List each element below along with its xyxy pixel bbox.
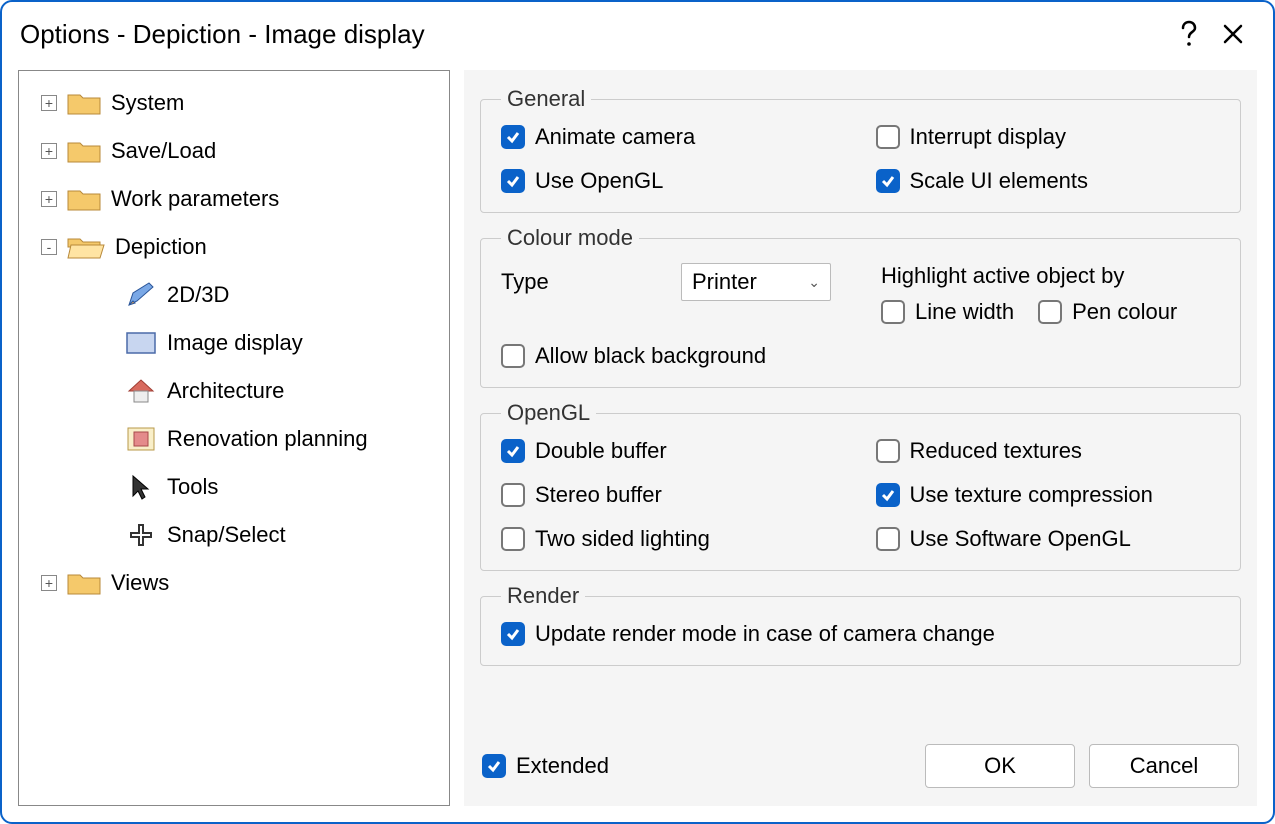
group-opengl: OpenGL Double buffer Reduced textures St…	[480, 400, 1241, 571]
tree-item-renovation[interactable]: Renovation planning	[19, 415, 449, 463]
checkbox-label: Allow black background	[535, 343, 766, 369]
folder-icon	[67, 90, 101, 116]
group-legend: General	[501, 86, 591, 112]
checkbox-label: Extended	[516, 753, 609, 779]
tree-item-2d3d[interactable]: 2D/3D	[19, 271, 449, 319]
options-dialog: Options - Depiction - Image display +	[0, 0, 1275, 824]
type-label: Type	[501, 263, 661, 295]
close-icon	[1222, 23, 1244, 45]
tree-label: Tools	[167, 474, 218, 500]
checkbox-software-opengl[interactable]: Use Software OpenGL	[876, 526, 1221, 552]
checkbox-line-width[interactable]: Line width	[881, 299, 1014, 325]
checkbox-label: Use Software OpenGL	[910, 526, 1131, 552]
tree-label: System	[111, 90, 184, 116]
tree-item-system[interactable]: + System	[19, 79, 449, 127]
checkbox-extended[interactable]: Extended	[482, 753, 609, 779]
checkbox-use-opengl[interactable]: Use OpenGL	[501, 168, 846, 194]
titlebar: Options - Depiction - Image display	[2, 2, 1273, 64]
checkbox-animate-camera[interactable]: Animate camera	[501, 124, 846, 150]
checkbox-label: Stereo buffer	[535, 482, 662, 508]
checkbox-label: Line width	[915, 299, 1014, 325]
checkbox-reduced-textures[interactable]: Reduced textures	[876, 438, 1221, 464]
dialog-footer: Extended OK Cancel	[480, 740, 1241, 790]
folder-open-icon	[67, 234, 105, 260]
checkbox-label: Two sided lighting	[535, 526, 710, 552]
checkbox-label: Double buffer	[535, 438, 667, 464]
tree-label: Architecture	[167, 378, 284, 404]
group-legend: Colour mode	[501, 225, 639, 251]
tree-item-saveload[interactable]: + Save/Load	[19, 127, 449, 175]
tree-label: Save/Load	[111, 138, 216, 164]
select-value: Printer	[692, 269, 757, 295]
checkbox-double-buffer[interactable]: Double buffer	[501, 438, 846, 464]
folder-icon	[67, 570, 101, 596]
tree-label: Views	[111, 570, 169, 596]
settings-panel: General Animate camera Interrupt display…	[464, 70, 1257, 806]
checkbox-two-sided[interactable]: Two sided lighting	[501, 526, 846, 552]
expand-icon[interactable]: +	[41, 143, 57, 159]
checkbox-interrupt-display[interactable]: Interrupt display	[876, 124, 1221, 150]
tree-item-snap-select[interactable]: Snap/Select	[19, 511, 449, 559]
expand-icon[interactable]: -	[41, 239, 57, 255]
cursor-icon	[125, 473, 157, 501]
renovation-icon	[125, 425, 157, 453]
highlight-label: Highlight active object by	[881, 263, 1220, 289]
rect-icon	[125, 329, 157, 357]
close-button[interactable]	[1211, 12, 1255, 56]
tree-item-architecture[interactable]: Architecture	[19, 367, 449, 415]
checkbox-pen-colour[interactable]: Pen colour	[1038, 299, 1177, 325]
category-tree[interactable]: + System + Save/Load	[18, 70, 450, 806]
checkbox-label: Reduced textures	[910, 438, 1082, 464]
cancel-button[interactable]: Cancel	[1089, 744, 1239, 788]
dialog-title: Options - Depiction - Image display	[20, 19, 1167, 50]
expand-icon[interactable]: +	[41, 191, 57, 207]
pencil-icon	[125, 281, 157, 309]
question-icon	[1179, 20, 1199, 48]
group-render: Render Update render mode in case of cam…	[480, 583, 1241, 666]
checkbox-label: Animate camera	[535, 124, 695, 150]
tree-label: Snap/Select	[167, 522, 286, 548]
house-icon	[125, 377, 157, 405]
checkbox-update-render[interactable]: Update render mode in case of camera cha…	[501, 621, 1220, 647]
help-button[interactable]	[1167, 12, 1211, 56]
checkbox-texture-compression[interactable]: Use texture compression	[876, 482, 1221, 508]
chevron-down-icon: ⌄	[808, 274, 820, 291]
plus-icon	[125, 521, 157, 549]
expand-icon[interactable]: +	[41, 575, 57, 591]
folder-icon	[67, 186, 101, 212]
tree-item-image-display[interactable]: Image display	[19, 319, 449, 367]
tree-label: Depiction	[115, 234, 207, 260]
group-legend: Render	[501, 583, 585, 609]
tree-item-views[interactable]: + Views	[19, 559, 449, 607]
group-general: General Animate camera Interrupt display…	[480, 86, 1241, 213]
ok-button[interactable]: OK	[925, 744, 1075, 788]
group-legend: OpenGL	[501, 400, 596, 426]
tree-label: Work parameters	[111, 186, 279, 212]
type-select[interactable]: Printer ⌄	[681, 263, 831, 301]
tree-item-tools[interactable]: Tools	[19, 463, 449, 511]
checkbox-label: Interrupt display	[910, 124, 1067, 150]
tree-label: Image display	[167, 330, 303, 356]
tree-item-work-parameters[interactable]: + Work parameters	[19, 175, 449, 223]
expand-icon[interactable]: +	[41, 95, 57, 111]
checkbox-label: Scale UI elements	[910, 168, 1089, 194]
checkbox-allow-black-bg[interactable]: Allow black background	[501, 343, 1220, 369]
tree-label: Renovation planning	[167, 426, 368, 452]
checkbox-stereo-buffer[interactable]: Stereo buffer	[501, 482, 846, 508]
checkbox-label: Use texture compression	[910, 482, 1153, 508]
group-colour-mode: Colour mode Type Printer ⌄ Highlight act…	[480, 225, 1241, 388]
checkbox-label: Pen colour	[1072, 299, 1177, 325]
tree-label: 2D/3D	[167, 282, 229, 308]
checkbox-label: Use OpenGL	[535, 168, 663, 194]
tree-item-depiction[interactable]: - Depiction	[19, 223, 449, 271]
checkbox-scale-ui[interactable]: Scale UI elements	[876, 168, 1221, 194]
folder-icon	[67, 138, 101, 164]
checkbox-label: Update render mode in case of camera cha…	[535, 621, 995, 647]
